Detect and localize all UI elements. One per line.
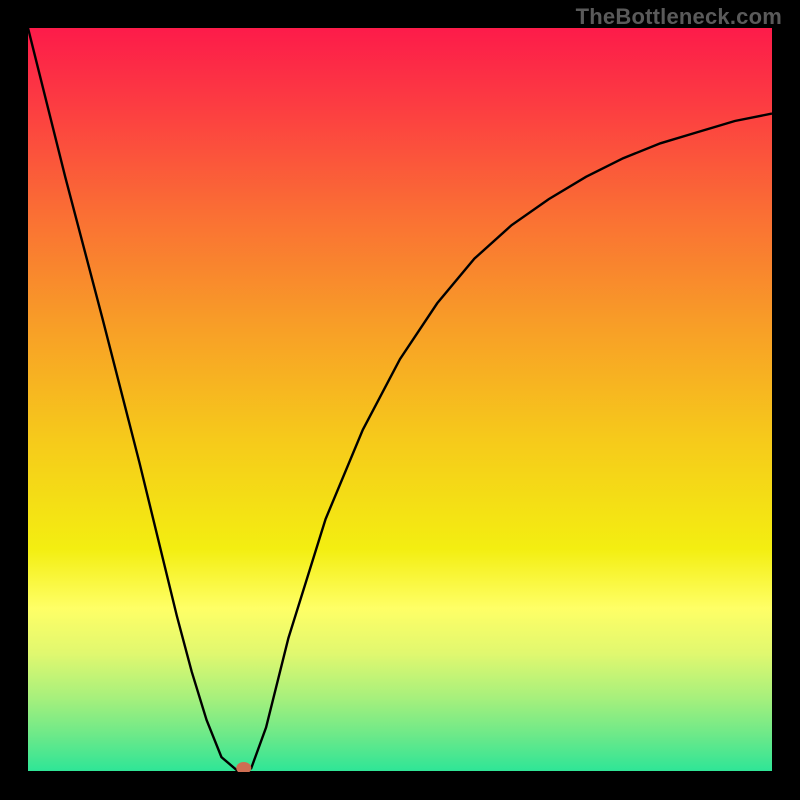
gradient-background [28, 28, 772, 772]
chart-frame: TheBottleneck.com [0, 0, 800, 800]
plot-area [28, 28, 772, 772]
chart-svg [28, 28, 772, 772]
watermark-text: TheBottleneck.com [576, 4, 782, 30]
